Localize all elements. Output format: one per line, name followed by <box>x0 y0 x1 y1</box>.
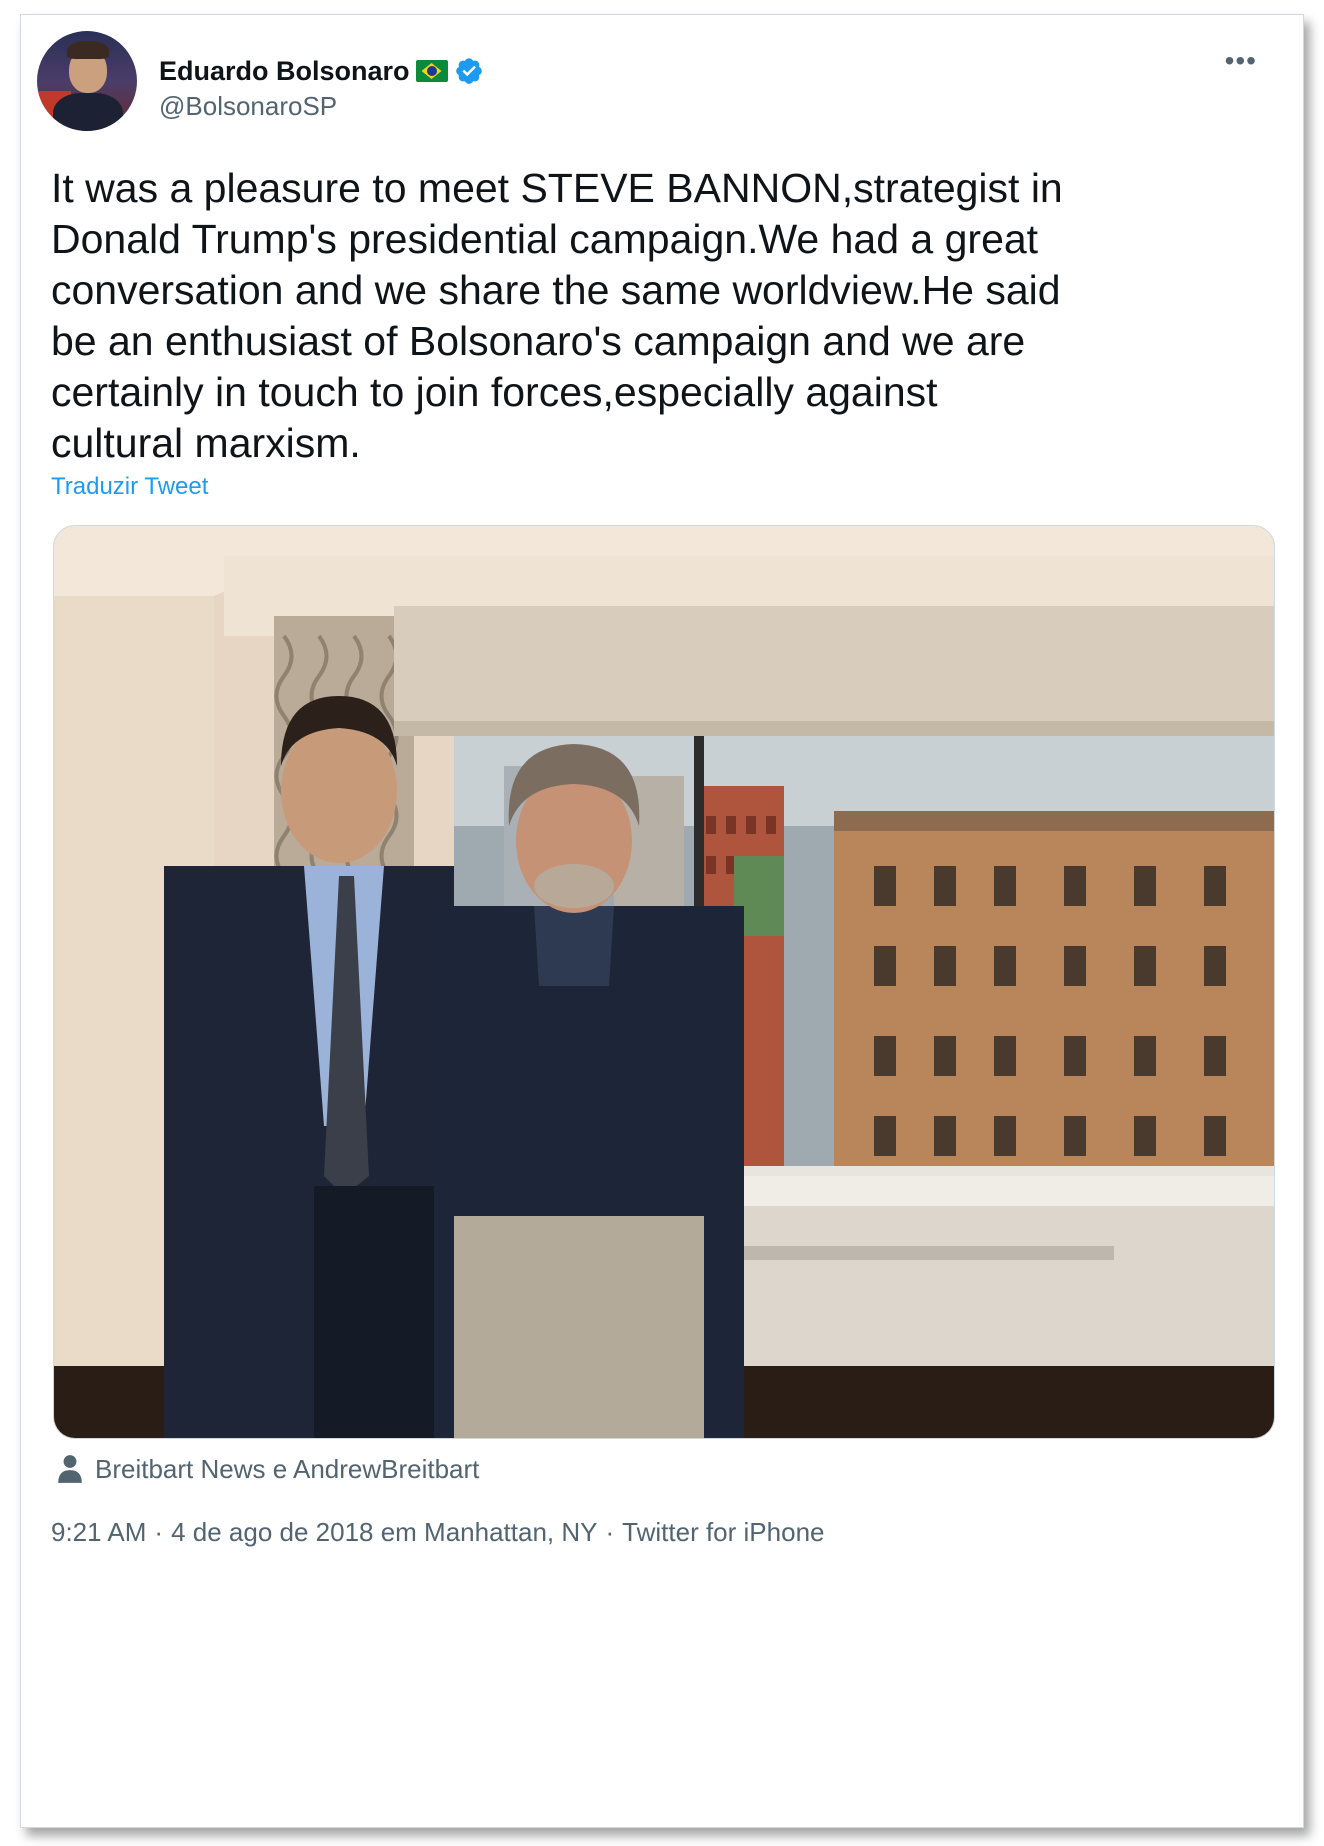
more-options-icon[interactable]: ••• <box>1225 45 1257 77</box>
avatar-suit <box>53 93 123 131</box>
author-handle[interactable]: @BolsonaroSP <box>159 91 337 122</box>
author-name[interactable]: Eduardo Bolsonaro <box>159 56 410 87</box>
tweet-text: It was a pleasure to meet STEVE BANNON,s… <box>51 165 1063 466</box>
tweet-source[interactable]: Twitter for iPhone <box>622 1517 824 1548</box>
avatar-hair <box>67 41 109 59</box>
tweet-card: Eduardo Bolsonaro @BolsonaroSP ••• It wa… <box>20 14 1304 1828</box>
tagged-users-text[interactable]: Breitbart News e AndrewBreitbart <box>95 1454 479 1485</box>
verified-badge-icon <box>455 58 482 84</box>
translate-tweet-link[interactable]: Traduzir Tweet <box>51 473 208 501</box>
author-name-row[interactable]: Eduardo Bolsonaro <box>159 53 484 89</box>
brazil-flag-icon <box>415 60 448 82</box>
meta-separator: · <box>605 1517 615 1547</box>
tagged-users[interactable]: Breitbart News e AndrewBreitbart <box>57 1451 479 1487</box>
person-icon <box>58 1455 82 1483</box>
tweet-photo[interactable] <box>53 525 1275 1439</box>
avatar[interactable] <box>37 31 137 131</box>
photo-illustration <box>54 526 1274 1438</box>
tweet-time[interactable]: 9:21 AM <box>51 1517 146 1548</box>
tweet-metadata: 9:21 AM · 4 de ago de 2018 em Manhattan,… <box>51 1517 824 1548</box>
tweet-date-location[interactable]: 4 de ago de 2018 em Manhattan, NY <box>171 1517 597 1548</box>
meta-separator: · <box>154 1517 164 1547</box>
